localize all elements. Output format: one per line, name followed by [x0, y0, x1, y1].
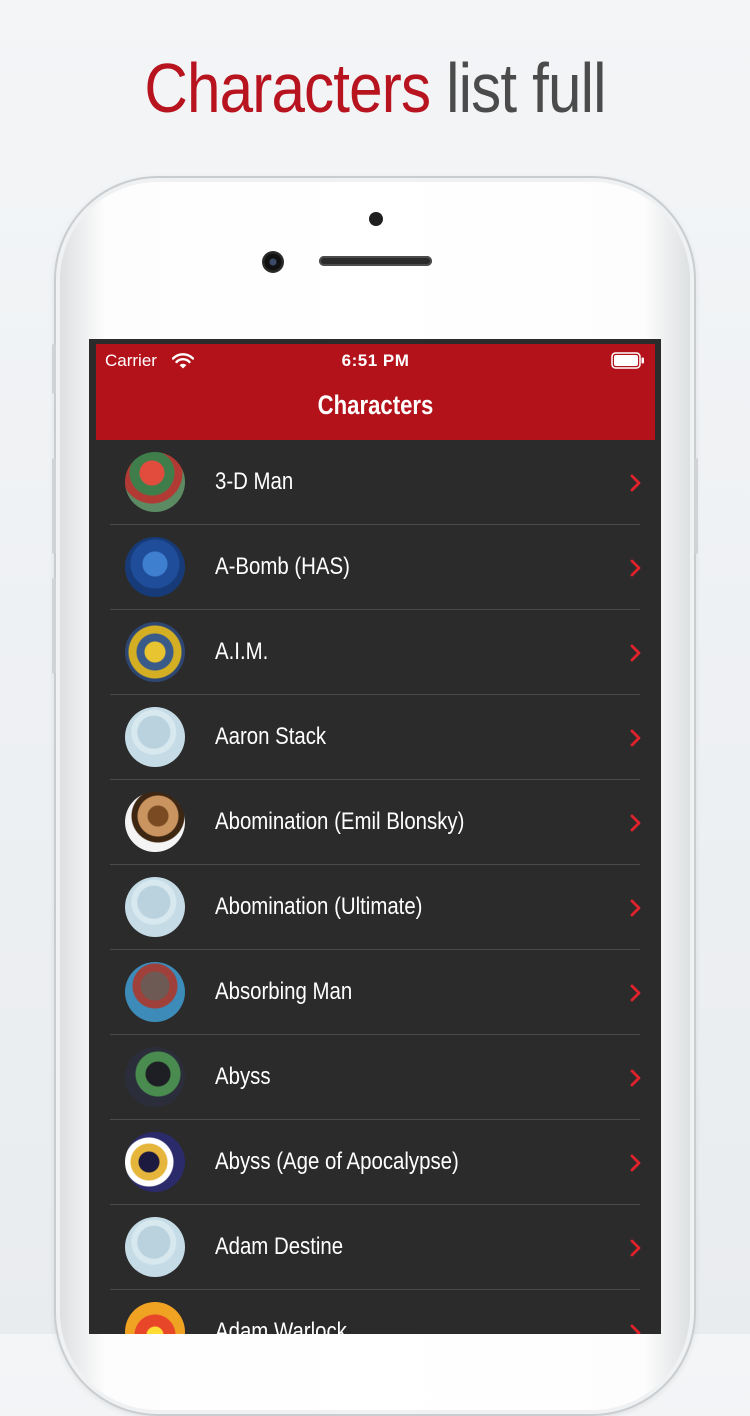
navigation-bar: Carrier 6:51 PM Characters [96, 344, 655, 440]
avatar [125, 1302, 185, 1334]
character-name: Absorbing Man [215, 978, 353, 1005]
proximity-sensor [369, 212, 383, 226]
chevron-right-icon [630, 1324, 641, 1334]
power-button [694, 458, 698, 554]
mute-switch [52, 344, 56, 394]
chevron-right-icon [630, 899, 641, 917]
list-item[interactable]: Adam Destine [89, 1205, 661, 1290]
list-item[interactable]: A.I.M. [89, 610, 661, 695]
character-name: Abyss (Age of Apocalypse) [215, 1148, 459, 1175]
character-name: Adam Warlock [215, 1318, 347, 1334]
avatar [125, 622, 185, 682]
character-name: Abomination (Ultimate) [215, 893, 423, 920]
chevron-right-icon [630, 1154, 641, 1172]
list-item[interactable]: Aaron Stack [89, 695, 661, 780]
avatar [125, 707, 185, 767]
chevron-right-icon [630, 1239, 641, 1257]
character-name: Abomination (Emil Blonsky) [215, 808, 465, 835]
status-time: 6:51 PM [341, 351, 410, 370]
avatar [125, 877, 185, 937]
list-item[interactable]: Absorbing Man [89, 950, 661, 1035]
battery-icon [611, 352, 644, 369]
list-item[interactable]: Abyss (Age of Apocalypse) [89, 1120, 661, 1205]
nav-title: Characters [317, 390, 434, 420]
character-name: A.I.M. [215, 638, 269, 665]
character-name: Adam Destine [215, 1233, 344, 1260]
chevron-right-icon [630, 814, 641, 832]
chevron-right-icon [630, 729, 641, 747]
front-camera-icon [262, 251, 284, 273]
status-bar: Carrier 6:51 PM [96, 344, 655, 378]
promo-headline: Characters list full [53, 48, 698, 128]
chevron-right-icon [630, 984, 641, 1002]
character-name: Abyss [215, 1063, 271, 1090]
chevron-right-icon [630, 1069, 641, 1087]
chevron-right-icon [630, 559, 641, 577]
avatar [125, 1217, 185, 1277]
character-name: Aaron Stack [215, 723, 327, 750]
avatar [125, 537, 185, 597]
avatar [125, 452, 185, 512]
avatar [125, 1047, 185, 1107]
list-item[interactable]: Abomination (Ultimate) [89, 865, 661, 950]
volume-up-button [52, 458, 56, 554]
character-name: 3-D Man [215, 468, 294, 495]
avatar [125, 962, 185, 1022]
earpiece-speaker [319, 256, 432, 266]
headline-accent: Characters [144, 49, 431, 127]
list-item[interactable]: A-Bomb (HAS) [89, 525, 661, 610]
list-item[interactable]: 3-D Man [89, 440, 661, 525]
list-item[interactable]: Adam Warlock [89, 1290, 661, 1334]
phone-screen: Carrier 6:51 PM Characters 3-D Man A-Bom… [89, 339, 661, 1334]
volume-down-button [52, 578, 56, 674]
avatar [125, 792, 185, 852]
list-item[interactable]: Abomination (Emil Blonsky) [89, 780, 661, 865]
chevron-right-icon [630, 644, 641, 662]
chevron-right-icon [630, 474, 641, 492]
avatar [125, 1132, 185, 1192]
list-item[interactable]: Abyss [89, 1035, 661, 1120]
headline-rest: list full [446, 49, 606, 127]
characters-list: 3-D Man A-Bomb (HAS) A.I.M. Aaron Stack … [89, 440, 661, 1334]
character-name: A-Bomb (HAS) [215, 553, 350, 580]
